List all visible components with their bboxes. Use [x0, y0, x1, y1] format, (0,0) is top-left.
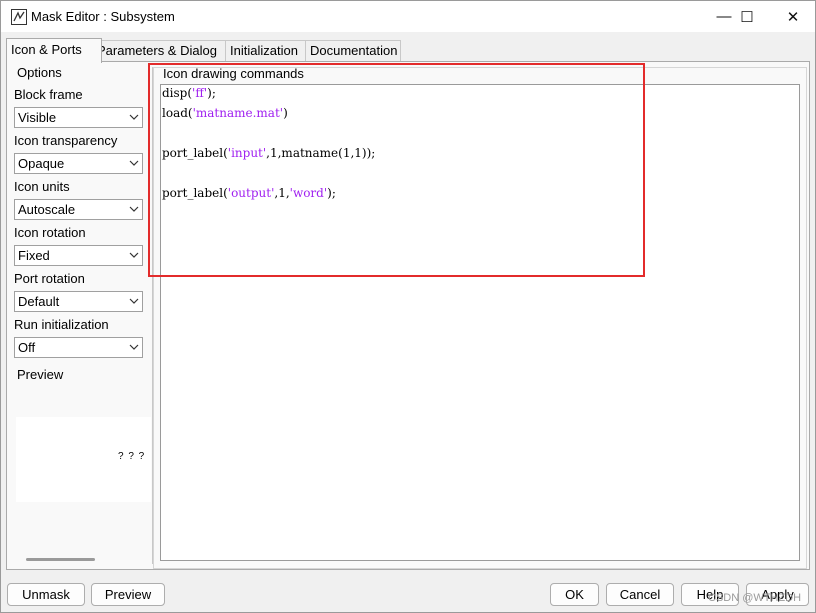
tab-initialization[interactable]: Initialization — [225, 40, 310, 61]
ok-button[interactable]: OK — [550, 583, 599, 606]
icon-transparency-value: Opaque — [18, 156, 65, 171]
tab-documentation[interactable]: Documentation — [305, 40, 401, 61]
port-rotation-label: Port rotation — [14, 271, 85, 286]
run-initialization-select[interactable]: Off — [14, 337, 143, 358]
port-rotation-select[interactable]: Default — [14, 291, 143, 312]
horizontal-scrollbar[interactable] — [26, 558, 95, 561]
close-button[interactable]: ✕ — [770, 1, 816, 32]
run-initialization-label: Run initialization — [14, 317, 109, 332]
red-highlight-box — [148, 63, 645, 277]
simulink-app-icon — [11, 9, 27, 25]
block-frame-value: Visible — [18, 110, 57, 125]
icon-transparency-select[interactable]: Opaque — [14, 153, 143, 174]
run-initialization-value: Off — [18, 340, 36, 355]
options-title: Options — [17, 65, 62, 80]
block-frame-label: Block frame — [14, 87, 83, 102]
icon-rotation-select[interactable]: Fixed — [14, 245, 143, 266]
icon-units-select[interactable]: Autoscale — [14, 199, 143, 220]
cancel-button[interactable]: Cancel — [606, 583, 674, 606]
chevron-down-icon — [129, 344, 139, 350]
icon-transparency-label: Icon transparency — [14, 133, 118, 148]
unmask-button[interactable]: Unmask — [7, 583, 85, 606]
chevron-down-icon — [129, 160, 139, 166]
tab-icon-ports[interactable]: Icon & Ports — [6, 38, 102, 63]
preview-title: Preview — [17, 367, 64, 382]
icon-rotation-label: Icon rotation — [14, 225, 86, 240]
icon-units-value: Autoscale — [18, 202, 76, 217]
window-title: Mask Editor : Subsystem — [31, 9, 175, 24]
chevron-down-icon — [129, 252, 139, 258]
preview-button[interactable]: Preview — [91, 583, 165, 606]
title-bar: Mask Editor : Subsystem — ☐ ✕ — [1, 1, 815, 32]
icon-rotation-value: Fixed — [18, 248, 50, 263]
chevron-down-icon — [129, 114, 139, 120]
maximize-button[interactable]: ☐ — [724, 1, 770, 32]
chevron-down-icon — [129, 298, 139, 304]
preview-placeholder: ? ? ? — [118, 451, 146, 462]
watermark: CSDN @WTHZDH — [708, 592, 802, 604]
port-rotation-value: Default — [18, 294, 60, 309]
block-frame-select[interactable]: Visible — [14, 107, 143, 128]
icon-units-label: Icon units — [14, 179, 70, 194]
tab-parameters-dialog[interactable]: Parameters & Dialog — [92, 40, 227, 61]
chevron-down-icon — [129, 206, 139, 212]
